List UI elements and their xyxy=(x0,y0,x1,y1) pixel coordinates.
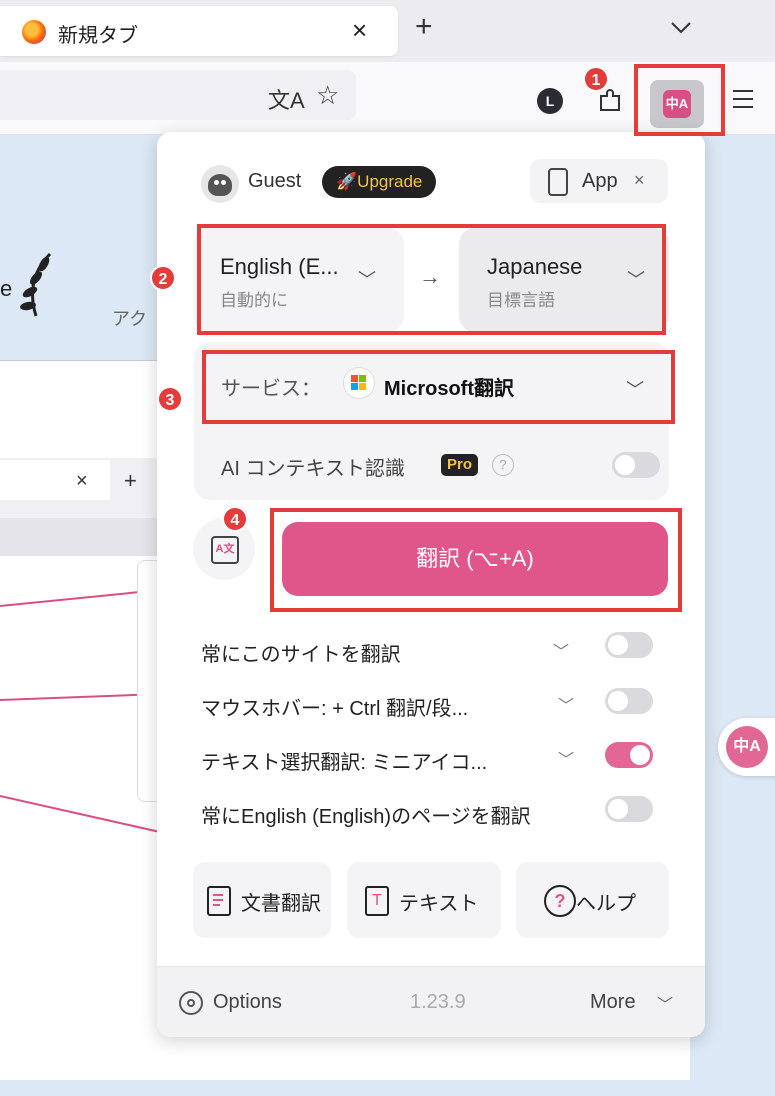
help-button[interactable]: ? ヘルプ xyxy=(516,862,669,938)
annotation-box-1 xyxy=(634,64,725,136)
annotation-number-3: 3 xyxy=(157,386,183,412)
ai-context-toggle[interactable] xyxy=(612,452,660,478)
option-label: テキスト選択翻訳: ミニアイコ... xyxy=(201,752,488,774)
help-label: ヘルプ xyxy=(576,893,636,915)
annotation-box-4 xyxy=(270,508,682,612)
annotation-box-2 xyxy=(197,224,666,335)
option-row: 常にこのサイトを翻訳 ﹀ xyxy=(201,632,669,668)
close-icon[interactable]: × xyxy=(634,170,645,191)
embedded-toolbar xyxy=(0,518,160,556)
user-name: Guest xyxy=(248,170,302,192)
embedded-tab xyxy=(0,460,110,500)
upgrade-button[interactable]: 🚀Upgrade xyxy=(322,166,437,198)
divider xyxy=(0,360,160,361)
url-bar[interactable]: 文A ☆ xyxy=(0,70,356,120)
option-label: マウスホバー: + Ctrl 翻訳/段... xyxy=(201,698,469,720)
translate-mode-icon: A文 xyxy=(211,536,239,564)
laurel-icon xyxy=(20,252,52,317)
option-toggle[interactable] xyxy=(605,742,653,768)
help-icon: ? xyxy=(544,885,576,917)
avatar[interactable] xyxy=(201,165,239,203)
popup-footer: Options 1.23.9 More ﹀ xyxy=(157,966,705,1037)
chevron-down-icon[interactable]: ﹀ xyxy=(553,638,569,662)
extension-l-icon[interactable]: L xyxy=(537,88,563,114)
option-toggle[interactable] xyxy=(605,796,653,822)
tab-title: 新規タブ xyxy=(58,25,138,47)
page-partial-text-2: アク xyxy=(112,309,148,329)
tab-close-icon[interactable]: × xyxy=(352,16,367,44)
gear-icon[interactable] xyxy=(179,991,203,1015)
tab-bar: 新規タブ × + xyxy=(0,0,775,62)
ai-context-label: AI コンテキスト認識 xyxy=(221,458,405,480)
document-translate-label: 文書翻訳 xyxy=(241,893,321,915)
firefox-icon xyxy=(22,20,46,44)
option-row: テキスト選択翻訳: ミニアイコ... ﹀ xyxy=(201,740,669,776)
option-row: マウスホバー: + Ctrl 翻訳/段... ﹀ xyxy=(201,686,669,722)
app-label: App xyxy=(582,170,618,192)
chevron-down-icon[interactable]: ﹀ xyxy=(558,746,574,770)
document-translate-button[interactable]: 文書翻訳 xyxy=(193,862,331,938)
chevron-down-icon[interactable]: ﹀ xyxy=(558,692,574,716)
browser-tab[interactable]: 新規タブ × xyxy=(0,6,398,56)
floating-translate-button[interactable]: 中A xyxy=(718,718,775,776)
annotation-number-1: 1 xyxy=(583,66,609,92)
embedded-tab-close-icon: × xyxy=(76,470,88,492)
annotation-number-4: 4 xyxy=(222,506,248,532)
app-button[interactable]: App × xyxy=(530,159,668,203)
option-label: 常にEnglish (English)のページを翻訳 xyxy=(201,806,531,828)
help-icon[interactable]: ? xyxy=(492,454,514,476)
annotation-box-3 xyxy=(202,350,675,424)
embedded-new-tab-icon: + xyxy=(124,468,137,493)
menu-icon[interactable] xyxy=(733,90,753,114)
pro-badge: Pro xyxy=(441,454,479,476)
version-label: 1.23.9 xyxy=(410,991,466,1013)
chevron-down-icon[interactable] xyxy=(668,14,694,40)
annotation-number-2: 2 xyxy=(150,265,176,291)
page-partial-text: e xyxy=(0,276,13,301)
page-translate-icon[interactable]: 文A xyxy=(268,83,305,115)
floating-translate-icon: 中A xyxy=(726,726,768,768)
text-icon: T xyxy=(365,886,389,916)
option-toggle[interactable] xyxy=(605,688,653,714)
option-row: 常にEnglish (English)のページを翻訳 xyxy=(201,794,669,830)
document-icon xyxy=(207,886,231,916)
more-button[interactable]: More xyxy=(590,991,636,1014)
text-translate-button[interactable]: T テキスト xyxy=(347,862,501,938)
options-link[interactable]: Options xyxy=(213,991,282,1014)
new-tab-button[interactable]: + xyxy=(415,12,433,42)
tablet-icon xyxy=(548,168,568,196)
chevron-down-icon[interactable]: ﹀ xyxy=(657,991,673,1015)
bookmark-star-icon[interactable]: ☆ xyxy=(316,80,339,111)
option-label: 常にこのサイトを翻訳 xyxy=(201,644,401,666)
text-translate-label: テキスト xyxy=(399,893,479,915)
option-toggle[interactable] xyxy=(605,632,653,658)
